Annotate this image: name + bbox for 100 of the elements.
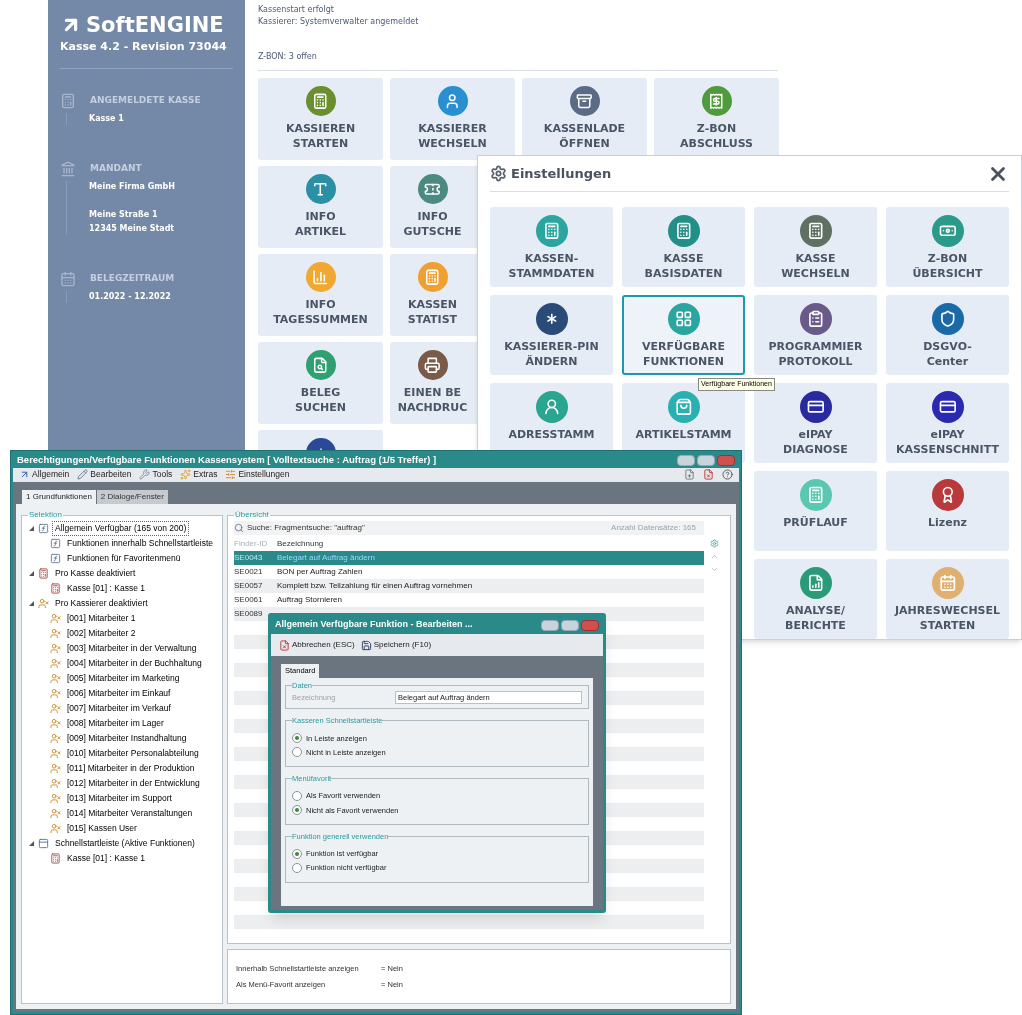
tab[interactable]: 1 Grundfunktionen xyxy=(22,490,96,504)
tree-item[interactable]: Funktionen für Favoritenmenü xyxy=(64,551,184,566)
settings-tile[interactable]: VERFÜGBARE FUNKTIONEN xyxy=(622,295,745,375)
menu-tile[interactable]: INFO ARTIKEL xyxy=(258,166,383,248)
tab[interactable]: 2 Dialoge/Fenster xyxy=(96,490,168,504)
toolbar-button[interactable]: Allgemein xyxy=(19,468,70,482)
help-icon[interactable] xyxy=(722,469,733,481)
settings-tile[interactable]: eIPAY KASSENSCHNITT xyxy=(886,383,1009,463)
radio-button[interactable] xyxy=(292,747,302,758)
tile-label: ARTIKELSTAMM xyxy=(635,427,732,442)
tree-item[interactable]: Kasse [01] : Kasse 1 xyxy=(64,581,148,596)
tree-item[interactable]: Pro Kasse deaktiviert xyxy=(52,566,139,581)
scroll-down-icon[interactable] xyxy=(709,565,719,574)
expander-icon[interactable] xyxy=(28,840,35,847)
settings-tile[interactable]: PRÜFLAUF xyxy=(754,471,877,551)
radio-button[interactable] xyxy=(292,848,302,859)
expander-icon[interactable] xyxy=(28,600,35,607)
tile-label: BERICHTE xyxy=(785,618,846,633)
settings-tile[interactable]: Lizenz xyxy=(886,471,1009,551)
radio-button[interactable] xyxy=(292,862,302,873)
tile-label: ADRESSTAMM xyxy=(508,427,595,442)
building-icon xyxy=(60,160,76,177)
new-document-icon[interactable] xyxy=(684,469,695,481)
maximize-button[interactable] xyxy=(697,454,715,466)
table-cell-text: SE0057 xyxy=(234,580,264,592)
tree-item[interactable]: [013] Mitarbeiter im Support xyxy=(64,791,175,806)
settings-tile[interactable]: ANALYSE/ BERICHTE xyxy=(754,559,877,639)
settings-tile[interactable]: PROGRAMMIER PROTOKOLL xyxy=(754,295,877,375)
restore-button[interactable] xyxy=(541,619,559,631)
tree-item[interactable]: [008] Mitarbeiter im Lager xyxy=(64,716,167,731)
tree-item[interactable]: [011] Mitarbeiter in der Produktion xyxy=(64,761,198,776)
tile-label: Lizenz xyxy=(928,515,967,530)
tree-item[interactable]: Pro Kassierer deaktiviert xyxy=(52,596,151,611)
toolbar-button[interactable]: Abbrechen (ESC) xyxy=(279,639,355,651)
settings-icon xyxy=(225,469,237,481)
menu-tile[interactable]: KASSIEREN STARTEN xyxy=(258,78,383,160)
tile-label: FUNKTIONEN xyxy=(642,354,724,369)
person-icon xyxy=(50,763,61,774)
tree-item[interactable]: Allgemein Verfügbar (165 von 200) xyxy=(52,521,190,536)
settings-icon xyxy=(490,165,507,182)
tile-label: KASSE xyxy=(663,251,704,266)
tree-item[interactable]: Kasse [01] : Kasse 1 xyxy=(64,851,148,866)
scroll-up-icon[interactable] xyxy=(709,552,719,561)
tree-item[interactable]: [006] Mitarbeiter im Einkauf xyxy=(64,686,174,701)
expander-icon[interactable] xyxy=(28,525,35,532)
settings-tile[interactable]: Z-BON ÜBERSICHT xyxy=(886,207,1009,287)
toolbar-button[interactable]: Einstellungen xyxy=(225,468,290,482)
tile-label: eIPAY xyxy=(798,427,833,442)
tree-item[interactable]: Schnellstartleiste (Aktive Funktionen) xyxy=(52,836,198,851)
tree-item[interactable]: [003] Mitarbeiter in der Verwaltung xyxy=(64,641,200,656)
maximize-button[interactable] xyxy=(561,619,579,631)
radio-button[interactable] xyxy=(292,790,302,801)
settings-tile[interactable]: KASSIERER-PIN ÄNDERN xyxy=(490,295,613,375)
table-row[interactable]: SE0057 Komplett bzw. Teilzahlung für einen Auftrag vornehmen xyxy=(234,579,704,593)
radio-button[interactable] xyxy=(292,805,302,816)
tree-item[interactable]: [002] Mitarbeiter 2 xyxy=(64,626,139,641)
tree-item[interactable]: [010] Mitarbeiter Personalabteilung xyxy=(64,746,202,761)
close-button[interactable] xyxy=(717,454,735,466)
person-icon xyxy=(50,643,61,654)
settings-tile[interactable]: KASSE WECHSELN xyxy=(754,207,877,287)
tree-item[interactable]: [007] Mitarbeiter im Verkauf xyxy=(64,701,174,716)
settings-tile[interactable]: DSGVO- Center xyxy=(886,295,1009,375)
toolbar-button[interactable]: Tools xyxy=(139,468,173,482)
tree-item[interactable]: [004] Mitarbeiter in der Buchhaltung xyxy=(64,656,205,671)
menu-tile[interactable]: BELEG SUCHEN xyxy=(258,342,383,424)
tree-item[interactable]: [009] Mitarbeiter Instandhaltung xyxy=(64,731,190,746)
delete-document-icon[interactable] xyxy=(703,469,714,481)
tile-label: DSGVO- xyxy=(923,339,972,354)
tree-item[interactable]: [001] Mitarbeiter 1 xyxy=(64,611,139,626)
toolbar-button[interactable]: Bearbeiten xyxy=(77,468,132,482)
tile-label: KASSENLADE xyxy=(543,121,626,136)
edit-icon xyxy=(77,469,89,481)
restore-button[interactable] xyxy=(677,454,695,466)
tile-label: INFO xyxy=(417,209,448,224)
expander-icon[interactable] xyxy=(28,570,35,577)
table-cell-text: Belegart auf Auftrag ändern xyxy=(276,552,375,564)
tile-label: Z-BON xyxy=(927,251,968,266)
radio-button[interactable] xyxy=(292,733,302,744)
tree-item[interactable]: [014] Mitarbeiter Veranstaltungen xyxy=(64,806,196,821)
person-icon xyxy=(50,688,61,699)
tree-item[interactable]: [012] Mitarbeiter in der Entwicklung xyxy=(64,776,203,791)
tree-item[interactable]: [005] Mitarbeiter im Marketing xyxy=(64,671,183,686)
settings-tile[interactable]: JAHRESWECHSEL STARTEN xyxy=(886,559,1009,639)
person-icon xyxy=(50,658,61,669)
settings-tile[interactable]: KASSE BASISDATEN xyxy=(622,207,745,287)
toolbar-button[interactable]: Speichern (F10) xyxy=(360,639,432,651)
tree-item[interactable]: [015] Kassen User xyxy=(64,821,140,836)
tree-item[interactable]: Funktionen innerhalb Schnellstartleiste xyxy=(64,536,216,551)
close-button[interactable] xyxy=(581,619,599,631)
search-icon xyxy=(234,523,244,533)
settings-tile[interactable]: KASSEN- STAMMDATEN xyxy=(490,207,613,287)
column-header: Finder-ID xyxy=(234,538,269,550)
menu-tile[interactable]: KASSIERER WECHSELN xyxy=(390,78,515,160)
menu-tile[interactable]: INFO TAGESSUMMEN xyxy=(258,254,383,336)
tile-label: KASSIERER xyxy=(418,121,487,136)
column-settings-icon[interactable] xyxy=(709,539,719,548)
toolbar-button[interactable]: Extras xyxy=(180,468,218,482)
person-icon xyxy=(38,598,49,609)
tile-label: KASSENSCHNITT xyxy=(896,442,999,457)
table-cell-text: Auftrag Stornieren xyxy=(276,594,342,606)
